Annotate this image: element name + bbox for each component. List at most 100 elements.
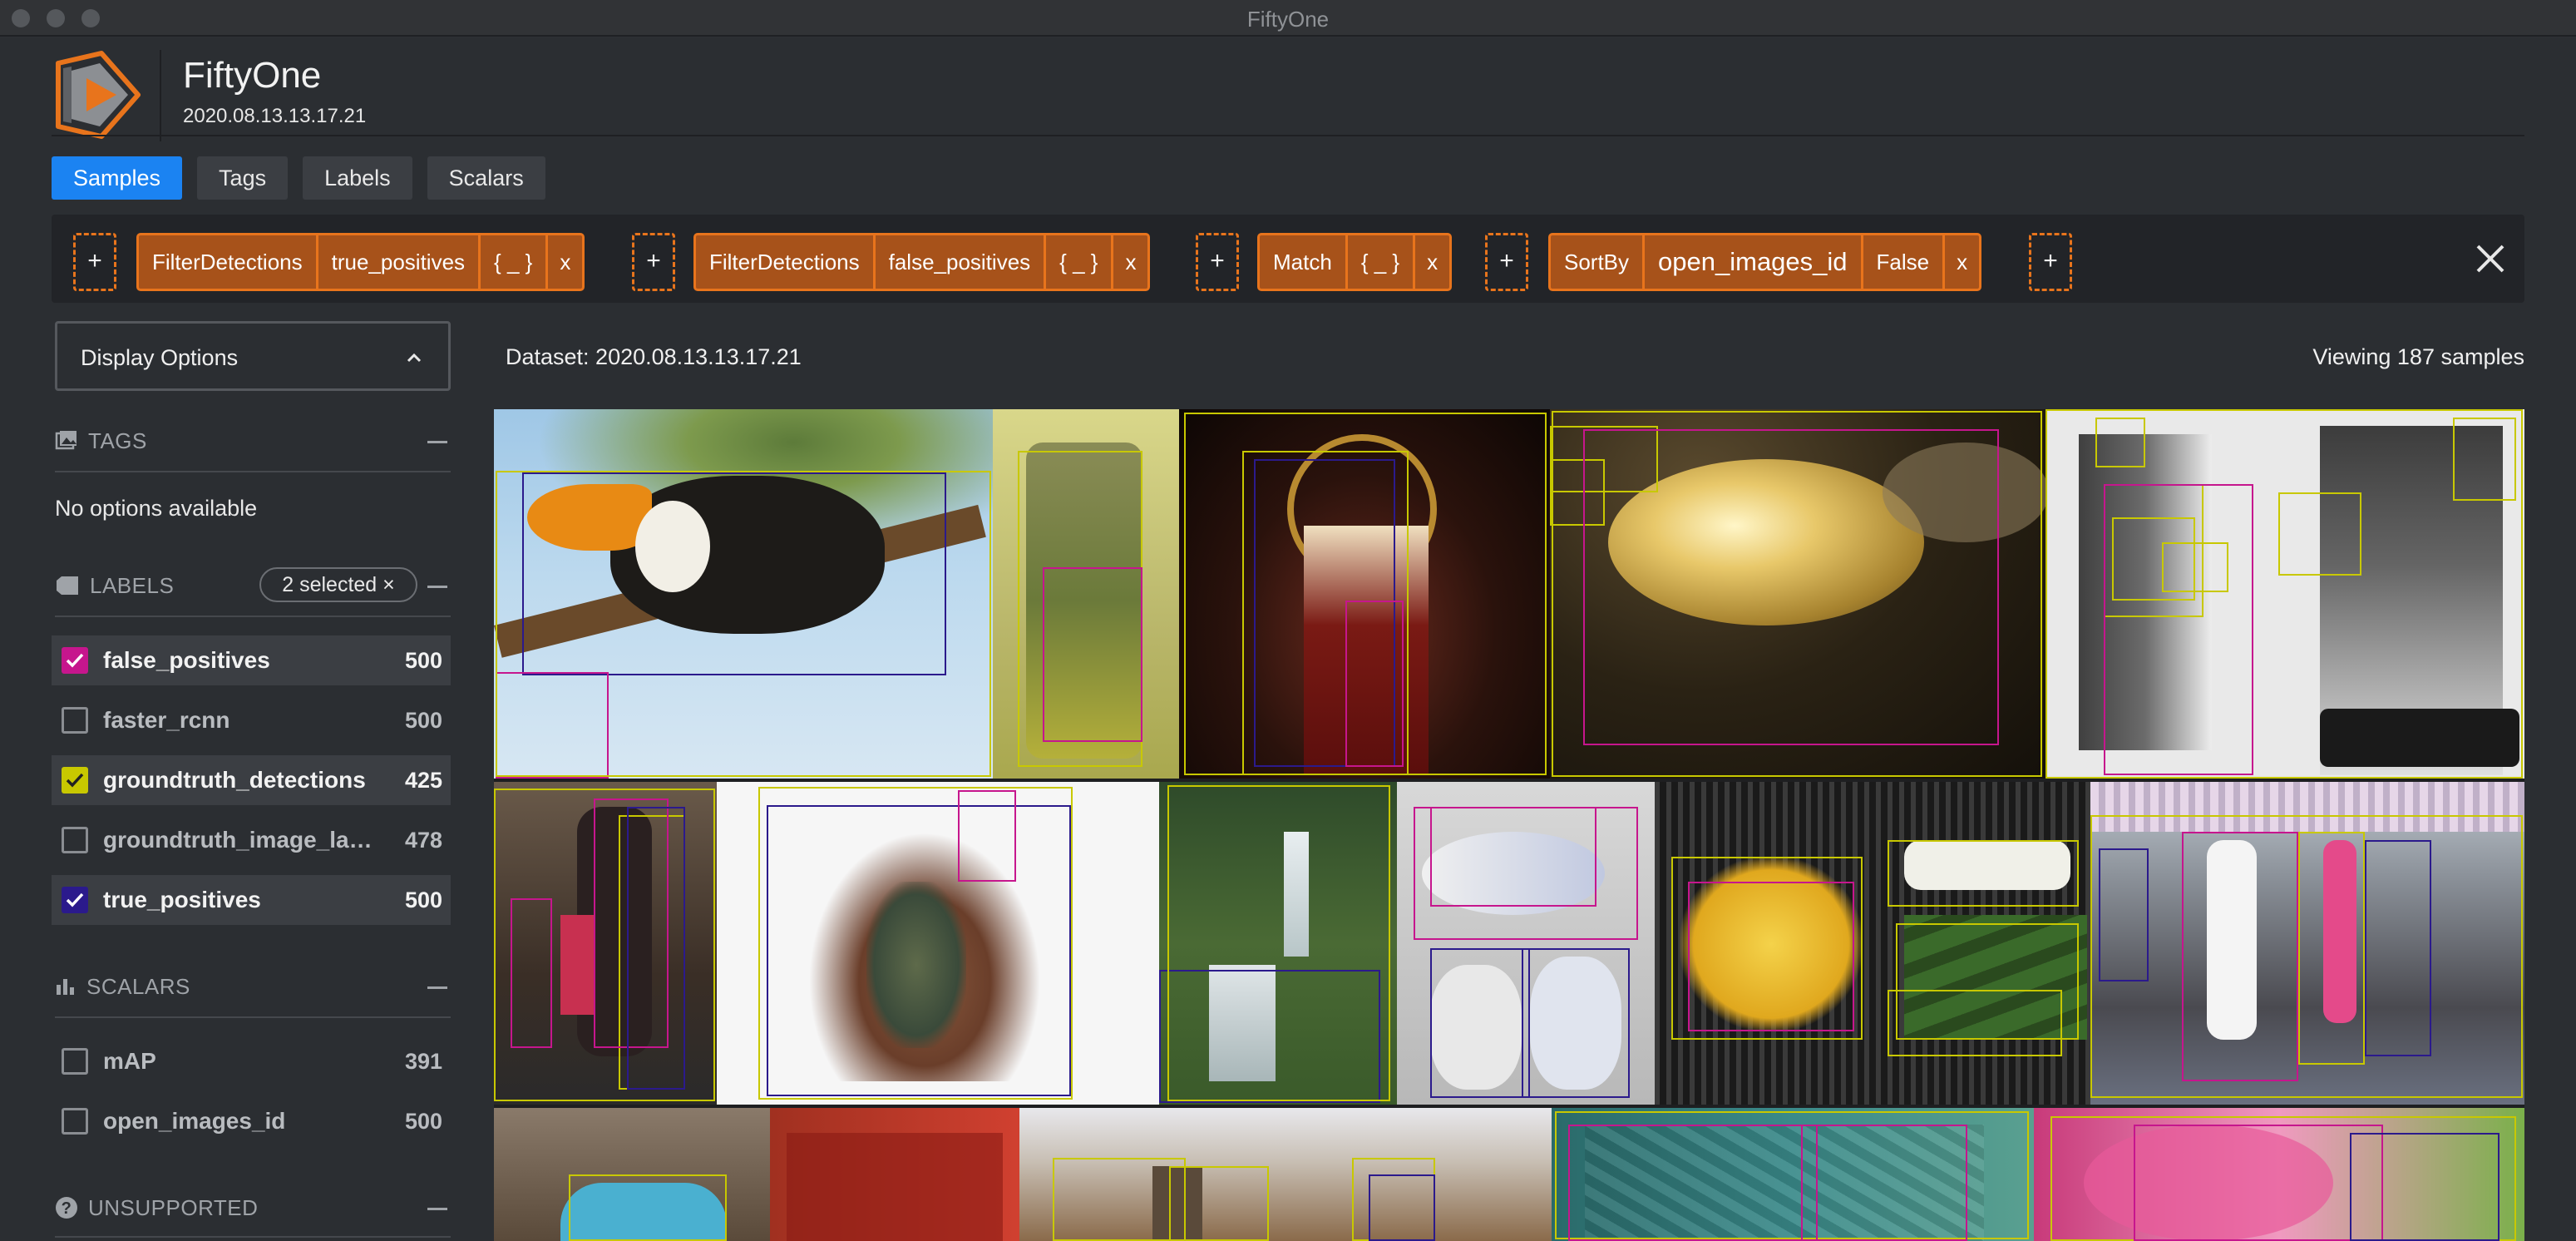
add-stage-button[interactable]: + (1485, 233, 1528, 291)
display-options-toggle[interactable]: Display Options (55, 321, 451, 391)
tags-section-header[interactable]: TAGS (55, 424, 147, 457)
label-count: 478 (404, 827, 442, 853)
stage-params[interactable]: { _ } (1046, 235, 1114, 289)
label-row-true-positives[interactable]: true_positives 500 (52, 875, 451, 925)
scalar-count: 391 (404, 1048, 442, 1074)
add-stage-button[interactable]: + (73, 233, 116, 291)
section-divider (55, 1016, 451, 1018)
label-row-groundtruth-image-labels[interactable]: groundtruth_image_labels 478 (52, 815, 451, 865)
image-icon (55, 431, 76, 450)
add-stage-button[interactable]: + (632, 233, 675, 291)
label-name: groundtruth_detections (103, 767, 366, 793)
scalar-name: mAP (103, 1048, 156, 1074)
sample-grid (494, 409, 2524, 1241)
label-name: groundtruth_image_labels (103, 827, 386, 853)
tab-scalars[interactable]: Scalars (427, 156, 545, 200)
stage-field[interactable]: false_positives (876, 235, 1047, 289)
tags-empty-message: No options available (55, 496, 258, 521)
stage-name[interactable]: FilterDetections (139, 235, 318, 289)
tab-tags[interactable]: Tags (197, 156, 289, 200)
sample-thumbnail[interactable] (1655, 782, 2090, 1105)
label-tag-icon (57, 576, 78, 595)
remove-stage-button[interactable]: x (1415, 235, 1449, 289)
scalars-section-title: SCALARS (86, 973, 190, 999)
unsupported-section-title: UNSUPPORTED (88, 1194, 259, 1220)
labels-section-header[interactable]: LABELS (55, 569, 174, 602)
tab-bar: Samples Tags Labels Scalars (52, 156, 545, 200)
view-stage-match: Match { _ } x (1257, 233, 1453, 291)
chevron-up-icon (407, 353, 422, 363)
label-count: 500 (404, 707, 442, 733)
collapse-labels-icon[interactable] (427, 586, 447, 588)
checkbox[interactable] (62, 887, 88, 913)
section-divider (55, 1236, 451, 1238)
scalar-row-map[interactable]: mAP 391 (52, 1036, 451, 1086)
sample-thumbnail[interactable] (2090, 782, 2524, 1105)
stage-field[interactable]: open_images_id (1645, 235, 1863, 289)
sample-thumbnail[interactable] (494, 409, 993, 779)
sample-thumbnail[interactable] (1019, 1108, 1552, 1241)
stage-params[interactable]: { _ } (1348, 235, 1416, 289)
label-row-false-positives[interactable]: false_positives 500 (52, 635, 451, 685)
tags-section-title: TAGS (88, 428, 147, 453)
help-circle-icon: ? (56, 1197, 77, 1219)
label-row-faster-rcnn[interactable]: faster_rcnn 500 (52, 695, 451, 745)
remove-stage-button[interactable]: x (1945, 235, 1979, 289)
collapse-scalars-icon[interactable] (427, 986, 447, 989)
checkbox[interactable] (62, 827, 88, 853)
header-divider (160, 50, 161, 141)
checkbox[interactable] (62, 647, 88, 674)
sample-thumbnail[interactable] (494, 1108, 770, 1241)
fiftyone-logo-icon (56, 51, 141, 139)
tab-labels[interactable]: Labels (303, 156, 412, 200)
add-stage-button[interactable]: + (2029, 233, 2072, 291)
checkbox[interactable] (62, 1048, 88, 1075)
sample-thumbnail[interactable] (717, 782, 1159, 1105)
label-name: false_positives (103, 647, 270, 673)
checkbox[interactable] (62, 707, 88, 734)
stage-params[interactable]: { _ } (481, 235, 549, 289)
collapse-unsupported-icon[interactable] (427, 1208, 447, 1210)
tab-samples[interactable]: Samples (52, 156, 183, 200)
sample-thumbnail[interactable] (770, 1108, 1019, 1241)
collapse-tags-icon[interactable] (427, 441, 447, 443)
checkbox[interactable] (62, 1108, 88, 1135)
display-options-label: Display Options (81, 345, 239, 370)
remove-stage-button[interactable]: x (548, 235, 582, 289)
scalar-row-open-images-id[interactable]: open_images_id 500 (52, 1096, 451, 1146)
view-stage-sortby: SortBy open_images_id False x (1548, 233, 1982, 291)
selected-labels-pill[interactable]: 2 selected × (259, 567, 417, 602)
add-stage-button[interactable]: + (1196, 233, 1239, 291)
sample-thumbnail[interactable] (1550, 409, 2046, 779)
remove-stage-button[interactable]: x (1113, 235, 1147, 289)
view-stage-filter-true-positives: FilterDetections true_positives { _ } x (136, 233, 585, 291)
label-name: faster_rcnn (103, 707, 230, 733)
app-root: FiftyOne 2020.08.13.13.17.21 Samples Tag… (0, 38, 2576, 1241)
dataset-label: Dataset: 2020.08.13.13.17.21 (506, 344, 802, 369)
stage-field[interactable]: true_positives (318, 235, 481, 289)
sample-thumbnail[interactable] (1397, 782, 1655, 1105)
labels-section-title: LABELS (90, 572, 175, 598)
view-bar: + FilterDetections true_positives { _ } … (52, 215, 2524, 303)
stage-name[interactable]: Match (1260, 235, 1348, 289)
clear-view-close-icon[interactable] (2471, 240, 2509, 278)
sample-thumbnail[interactable] (993, 409, 1179, 779)
label-row-groundtruth-detections[interactable]: groundtruth_detections 425 (52, 755, 451, 805)
sample-thumbnail[interactable] (2046, 409, 2524, 779)
checkbox[interactable] (62, 767, 88, 794)
unsupported-section-header[interactable]: ? UNSUPPORTED (55, 1191, 258, 1224)
stage-name[interactable]: FilterDetections (696, 235, 876, 289)
sample-thumbnail[interactable] (1159, 782, 1397, 1105)
label-name: true_positives (103, 887, 261, 912)
window-title-bar: FiftyOne (0, 0, 2576, 37)
sample-thumbnail[interactable] (1552, 1108, 2034, 1241)
sample-thumbnail[interactable] (1179, 409, 1550, 779)
window-title: FiftyOne (1246, 7, 1330, 32)
sample-thumbnail[interactable] (2034, 1108, 2524, 1241)
sample-thumbnail[interactable] (494, 782, 717, 1105)
stage-name[interactable]: SortBy (1551, 235, 1646, 289)
scalars-section-header[interactable]: SCALARS (55, 970, 190, 1003)
stage-value[interactable]: False (1863, 235, 1946, 289)
viewing-count: Viewing 187 samples (2312, 344, 2524, 369)
scalar-name: open_images_id (103, 1108, 286, 1134)
